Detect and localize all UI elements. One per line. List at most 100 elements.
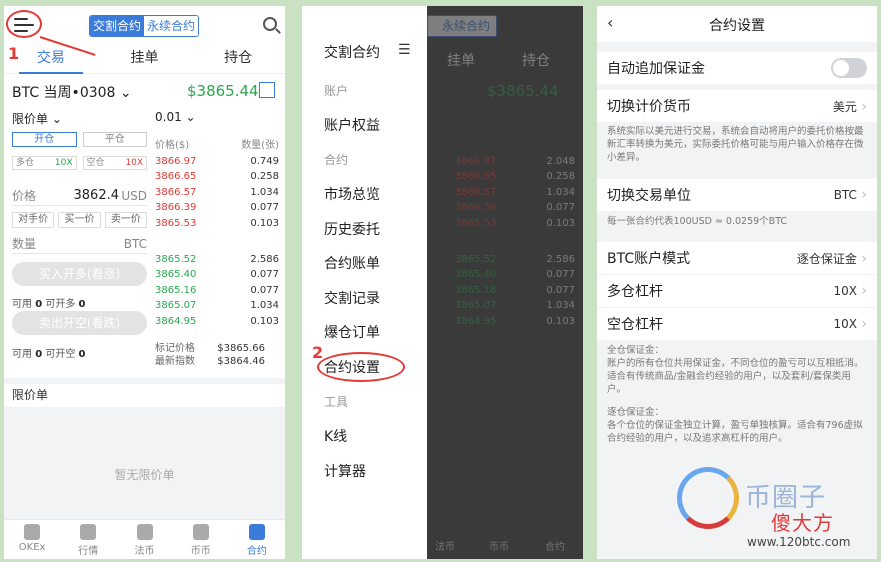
nav-contract[interactable]: 合约 — [229, 520, 285, 559]
account-mode-row[interactable]: BTC账户模式 逐仓保证金 — [597, 242, 877, 274]
bid-price: 3865.40 — [455, 269, 497, 281]
nav-okex[interactable]: OKEx — [4, 520, 60, 559]
ask-size: 1.034 — [546, 186, 575, 198]
bid-row[interactable]: 3865.07 1.034 — [455, 298, 575, 313]
close-button[interactable]: 平仓 — [82, 132, 147, 147]
group-account: 账户 — [324, 84, 349, 98]
ask-row[interactable]: 3866.65 0.258 — [455, 169, 575, 184]
ask-price: 3866.57 — [455, 186, 497, 198]
ticker-selector[interactable]: BTC 当周•0308 ⌄ — [12, 82, 132, 102]
ghost-tab-orders: 挂单 — [447, 53, 475, 69]
ghost-bids: 3865.52 2.586 3865.40 0.077 3865.16 0.077 3865… — [455, 252, 575, 329]
auto-margin-toggle[interactable] — [831, 58, 867, 78]
ask-row[interactable]: 3866.97 2.048 — [455, 154, 575, 169]
bid-row[interactable]: 3864.95 0.103 — [155, 314, 279, 329]
bid1-price-button[interactable]: 买一价 — [58, 212, 101, 228]
nav-fiat[interactable]: 法币 — [116, 520, 172, 559]
menu-calculator[interactable]: 计算器 — [324, 461, 366, 481]
bid-price: 3865.52 — [155, 254, 197, 265]
contract-type-switch: 交割合约 永续合约 — [89, 15, 199, 37]
bid-row[interactable]: 3864.95 0.103 — [455, 314, 575, 329]
short-leverage-row[interactable]: 空仓杠杆 10X — [597, 308, 877, 340]
bid-size: 1.034 — [546, 300, 575, 312]
unit-row[interactable]: 切换交易单位 BTC — [597, 179, 877, 211]
ghost-nav-spot: 币币 — [489, 542, 509, 553]
ask1-price-button[interactable]: 卖一价 — [104, 212, 147, 228]
group-tools: 工具 — [324, 395, 349, 409]
settings-header: ‹ 合约设置 — [597, 6, 877, 42]
chart-icon[interactable] — [259, 82, 275, 98]
nav-spot[interactable]: 币币 — [173, 520, 229, 559]
currency-label: 切换计价货币 — [607, 99, 691, 115]
bid-row[interactable]: 3865.52 2.586 — [155, 252, 279, 267]
opponent-price-button[interactable]: 对手价 — [12, 212, 55, 228]
bid-row[interactable]: 3865.16 0.077 — [455, 283, 575, 298]
isolated-margin-desc: 各个仓位的保证金独立计算，盈亏单独核算。适合有796虚拟合约经验的用户，以及追求… — [607, 420, 863, 444]
bar-chart-icon — [80, 524, 97, 540]
bid-row[interactable]: 3865.40 0.077 — [155, 267, 279, 282]
contract-settings-screen: ‹ 合约设置 自动追加保证金 切换计价货币 美元 系统实际以美元进行交易，系统会… — [597, 6, 877, 559]
tab-trade[interactable]: 交易 — [4, 44, 98, 74]
annotation-circle — [6, 10, 42, 38]
menu-delivery-records[interactable]: 交割记录 — [324, 288, 380, 308]
okex-icon — [24, 524, 41, 540]
ask-size: 0.077 — [546, 202, 575, 214]
orderbook-header: 价格($) 数量(张) — [155, 140, 279, 151]
bid-row[interactable]: 3865.07 1.034 — [155, 298, 279, 313]
ask-row[interactable]: 3865.53 0.103 — [155, 216, 279, 231]
depth-select[interactable]: 0.01 ⌄ — [155, 110, 196, 124]
bid-row[interactable]: 3865.40 0.077 — [455, 267, 575, 282]
menu-market-overview[interactable]: 市场总览 — [324, 184, 380, 204]
ghost-tab-positions: 持仓 — [522, 53, 550, 69]
short-leverage[interactable]: 空仓 10X — [82, 156, 147, 170]
bid-size: 0.077 — [250, 284, 279, 296]
unit-label: 切换交易单位 — [607, 188, 691, 204]
collapse-menu-icon[interactable]: ☰ — [398, 42, 411, 58]
ask-row[interactable]: 3865.53 0.103 — [455, 216, 575, 231]
order-type-select[interactable]: 限价单 ⌄ — [12, 110, 62, 127]
ask-row[interactable]: 3866.39 0.077 — [455, 200, 575, 215]
short-leverage-label: 空仓杠杆 — [607, 317, 663, 333]
search-icon[interactable] — [263, 17, 277, 31]
ask-size: 0.258 — [546, 171, 575, 183]
sell-short-button[interactable]: 卖出开空(看跌) — [12, 311, 147, 335]
ghost-nav-fiat: 法币 — [435, 542, 455, 553]
buy-long-button[interactable]: 买入开多(看涨) — [12, 262, 147, 286]
bid-row[interactable]: 3865.16 0.077 — [155, 283, 279, 298]
bid-price: 3865.16 — [455, 284, 497, 296]
price-input[interactable]: 价格 3862.4 USD — [12, 186, 147, 206]
bid-size: 0.077 — [250, 269, 279, 281]
bid-size: 0.103 — [546, 315, 575, 327]
tab-perpetual[interactable]: 永续合约 — [144, 16, 198, 36]
long-leverage[interactable]: 多仓 10X — [12, 156, 77, 170]
currency-row[interactable]: 切换计价货币 美元 — [597, 90, 877, 122]
nav-market[interactable]: 行情 — [60, 520, 116, 559]
short-leverage-value: 10X — [833, 316, 867, 332]
dollar-icon — [136, 524, 153, 540]
open-button[interactable]: 开仓 — [12, 132, 77, 147]
ask-size: 1.034 — [250, 186, 279, 198]
contract-icon — [248, 524, 265, 540]
menu-account-equity[interactable]: 账户权益 — [324, 115, 380, 135]
ask-row[interactable]: 3866.65 0.258 — [155, 169, 279, 184]
tab-orders[interactable]: 挂单 — [98, 44, 192, 73]
tab-positions[interactable]: 持仓 — [191, 44, 285, 73]
ask-price: 3866.39 — [455, 202, 497, 214]
currency-note: 系统实际以美元进行交易，系统会自动将用户的委托价格按最新汇率转换为美元，实际委托… — [607, 126, 864, 163]
tab-futures[interactable]: 交割合约 — [90, 16, 144, 36]
menu-contract-bills[interactable]: 合约账单 — [324, 253, 380, 273]
ask-row[interactable]: 3866.97 0.749 — [155, 154, 279, 169]
menu-kline[interactable]: K线 — [324, 426, 347, 446]
ask-row[interactable]: 3866.39 0.077 — [155, 200, 279, 215]
menu-order-history[interactable]: 历史委托 — [324, 219, 380, 239]
watermark-logo-icon — [677, 467, 739, 529]
ask-row[interactable]: 3866.57 1.034 — [155, 185, 279, 200]
dimmed-background[interactable]: 永续合约 挂单 持仓 $3865.44 3866.97 2.048 3866.65 0… — [427, 6, 583, 559]
watermark-subtitle: 傻大方 — [771, 511, 834, 535]
bid-row[interactable]: 3865.52 2.586 — [455, 252, 575, 267]
side-drawer: 交割合约 ☰ 账户 账户权益 合约 市场总览 历史委托 合约账单 交割记录 爆仓… — [302, 6, 427, 559]
menu-liquidation-orders[interactable]: 爆仓订单 — [324, 322, 380, 342]
long-leverage-row[interactable]: 多仓杠杆 10X — [597, 275, 877, 307]
ask-row[interactable]: 3866.57 1.034 — [455, 185, 575, 200]
amount-input[interactable]: 数量 BTC — [12, 234, 147, 254]
